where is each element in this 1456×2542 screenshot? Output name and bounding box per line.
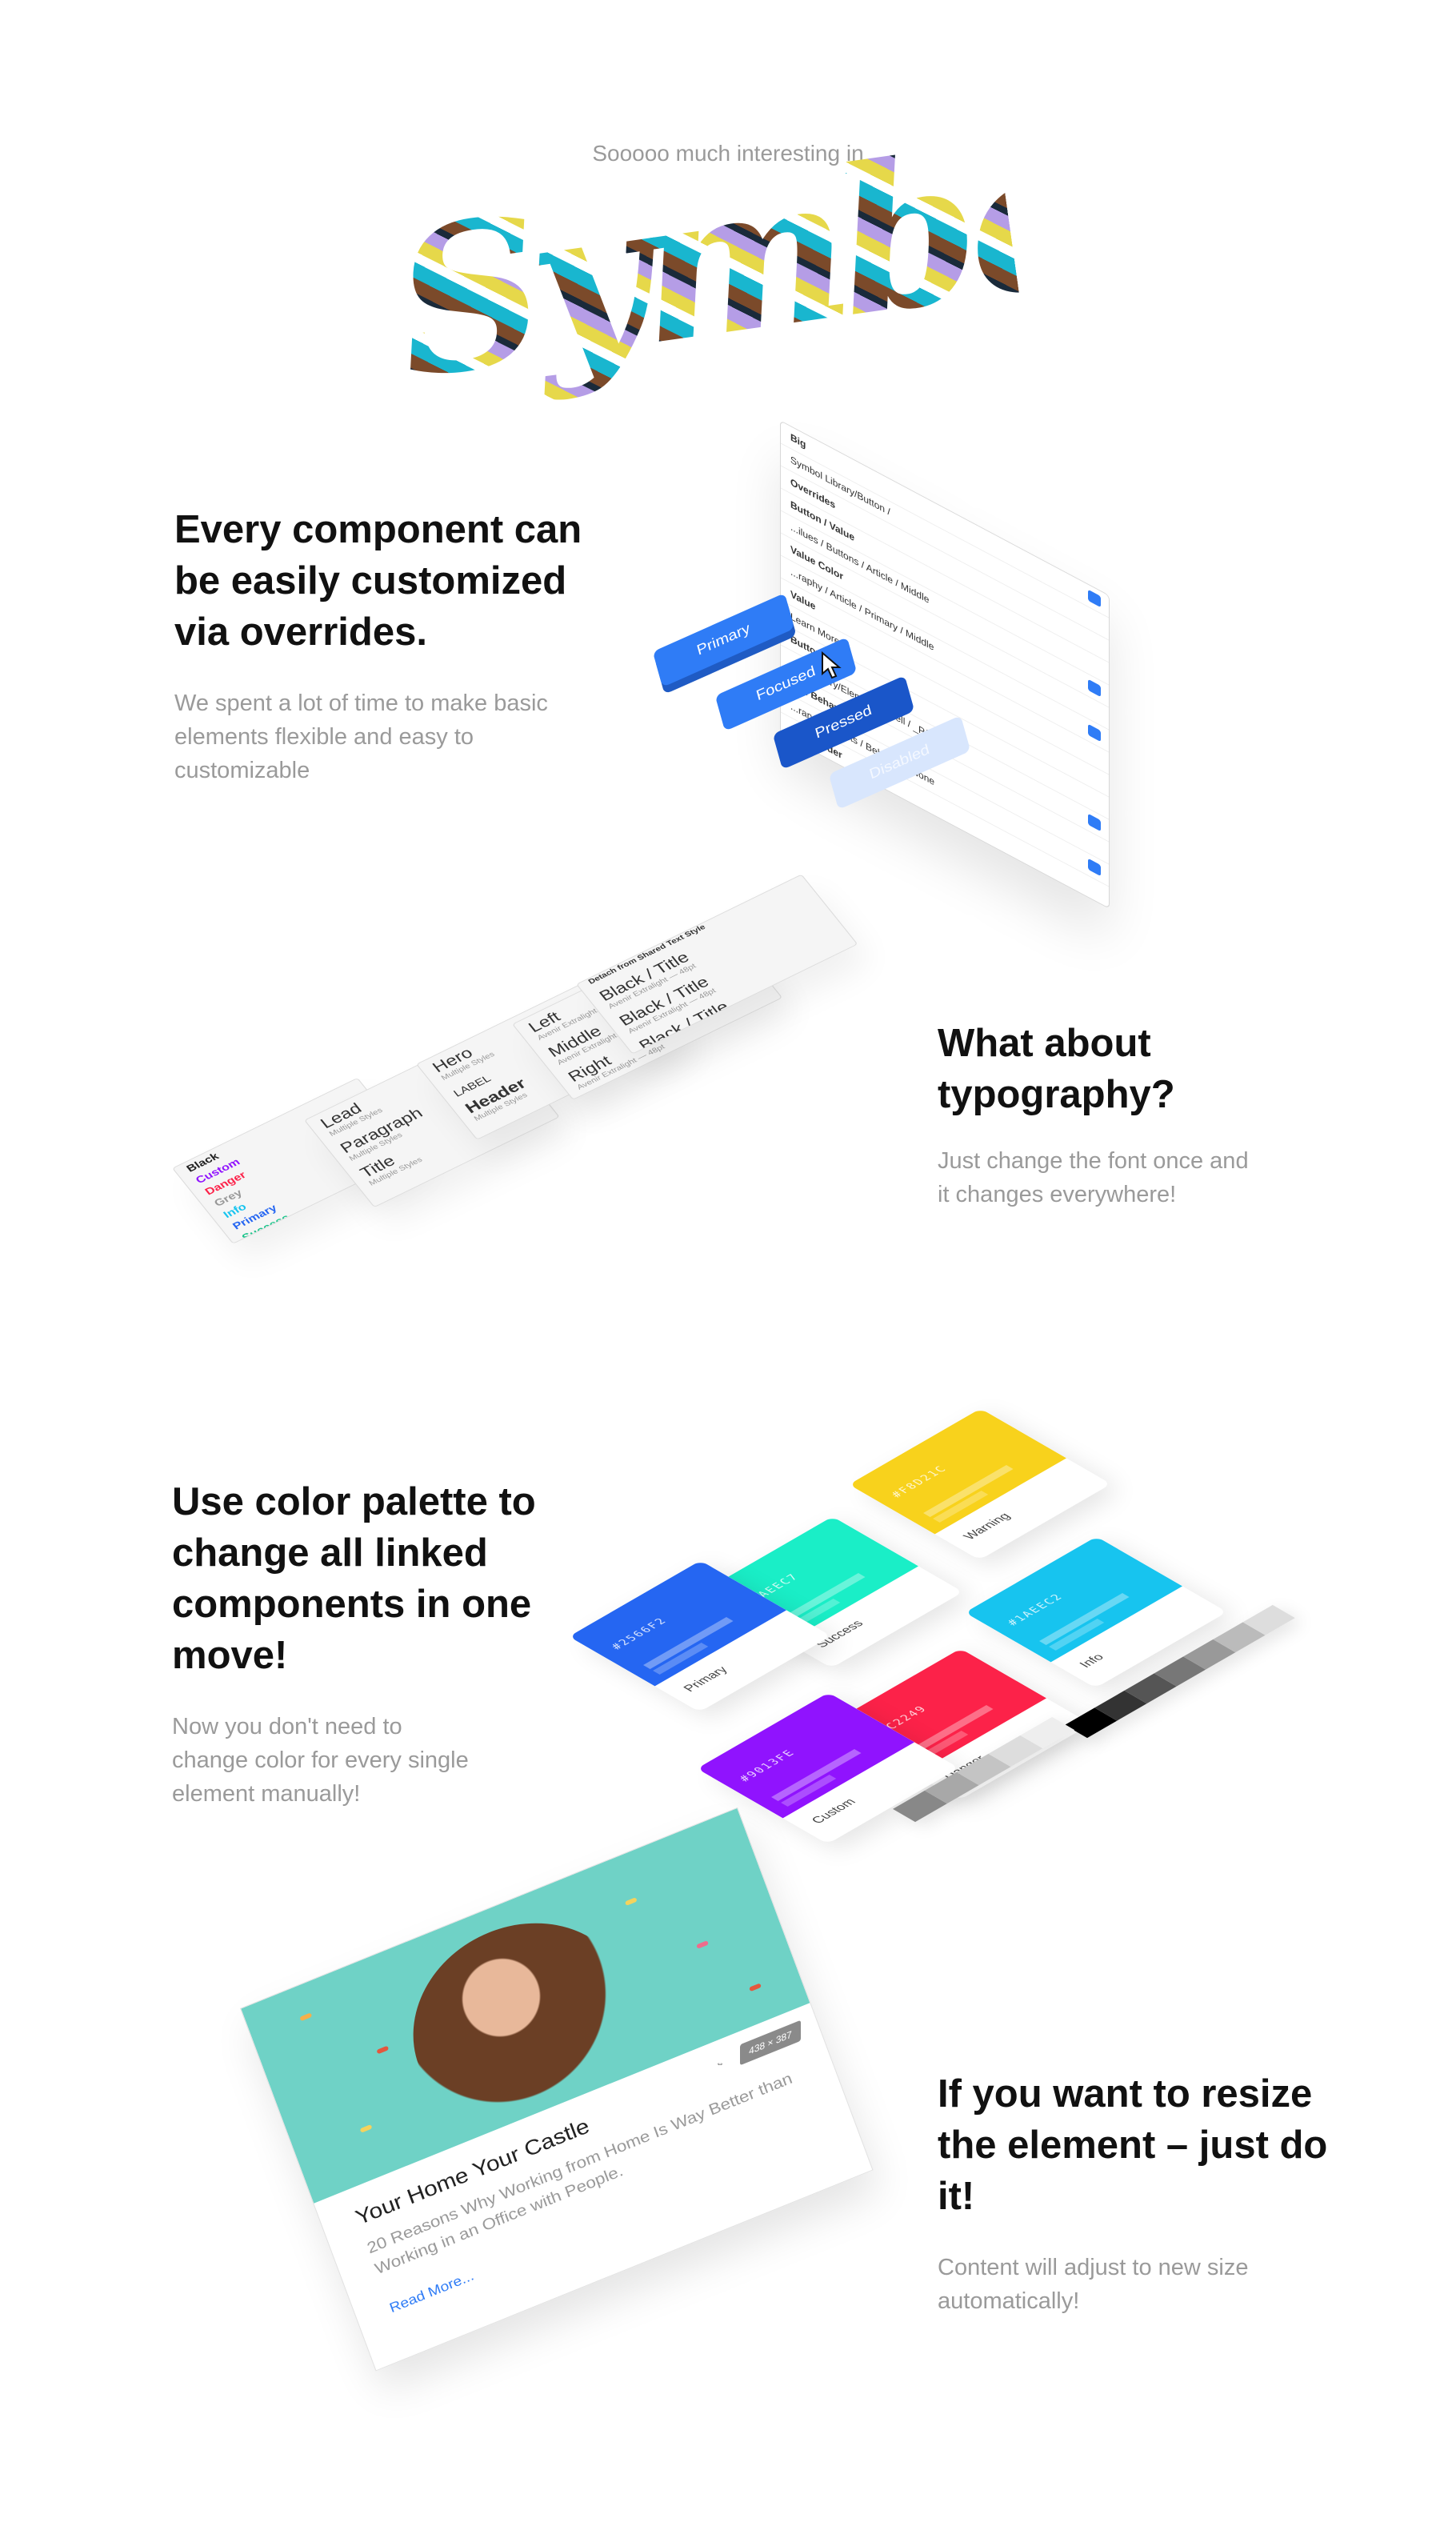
resize-handle-icon[interactable]: ⇔ [716,2060,724,2068]
swatch-name: Custom [809,1796,859,1826]
typography-description: Just change the font once and it changes… [938,1148,1249,1207]
confetti [749,1983,762,1992]
colors-description: Now you don't need to change color for e… [172,1714,469,1807]
typography-text-block: What about typography? Just change the f… [938,1018,1354,1211]
swatch-name: Warning [961,1511,1014,1542]
dropdown-icon[interactable] [1088,723,1101,743]
resize-heading: If you want to resize the element – just… [938,2072,1328,2218]
confetti [696,1940,710,1949]
text-style-white[interactable]: White [246,1235,306,1244]
resizable-article-card[interactable]: Your Home Your Castle 20 Reasons Why Wor… [240,1807,874,2372]
confetti [359,2124,373,2133]
symbol-logo: Symbol [382,84,1171,423]
confetti [624,1897,638,1906]
dropdown-icon[interactable] [1088,858,1101,877]
swatch-warning[interactable]: #F8D21C Warning [849,1408,1111,1560]
swatch-name: Primary [681,1664,731,1694]
confetti [376,2045,390,2055]
symbol-logo-word: Symbol [381,84,1171,434]
overrides-text-block: Every component can be easily customized… [174,504,606,787]
dropdown-icon[interactable] [1088,679,1101,698]
cursor-icon [822,651,842,679]
colors-text-block: Use color palette to change all linked c… [172,1476,588,1811]
card-image-person [385,1890,658,2149]
resize-text-block: If you want to resize the element – just… [938,2068,1354,2318]
dropdown-icon[interactable] [1088,813,1101,832]
dropdown-icon[interactable] [1088,903,1101,910]
resize-description: Content will adjust to new size automati… [938,2255,1249,2314]
overrides-heading: Every component can be easily customized… [174,508,582,654]
swatch-fill [965,1536,1183,1663]
colors-heading: Use color palette to change all linked c… [172,1480,536,1677]
swatch-fill [849,1408,1067,1535]
read-more-link[interactable]: Read More... [387,2268,476,2316]
confetti [299,2012,313,2022]
overrides-description: We spent a lot of time to make basic ele… [174,691,548,783]
dropdown-icon[interactable] [1088,589,1101,608]
swatch-name: Info [1077,1651,1108,1670]
typography-heading: What about typography? [938,1022,1175,1116]
